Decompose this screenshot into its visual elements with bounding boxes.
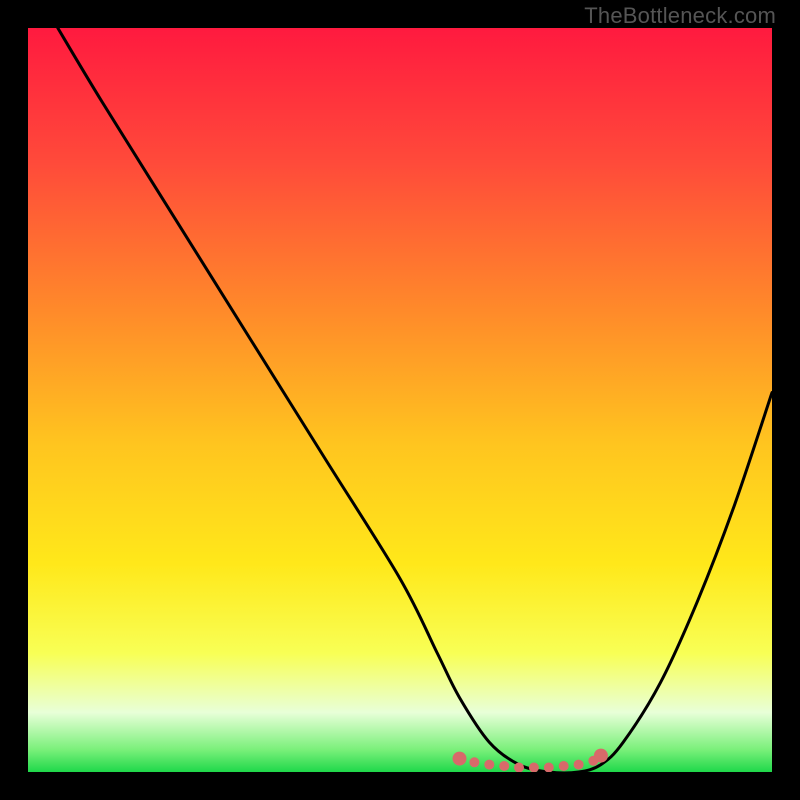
chart-container: TheBottleneck.com [0, 0, 800, 800]
highlight-dot [529, 763, 539, 773]
watermark-text: TheBottleneck.com [584, 3, 776, 29]
highlight-dot [544, 763, 554, 773]
highlight-dot [594, 749, 608, 763]
highlight-dot [574, 760, 584, 770]
highlight-dot [499, 761, 509, 771]
highlight-dot [453, 752, 467, 766]
bottleneck-curve-path [58, 28, 772, 772]
highlight-dots-group [453, 749, 608, 772]
plot-area [28, 28, 772, 772]
highlight-dot [559, 761, 569, 771]
highlight-dot [484, 760, 494, 770]
highlight-dot [469, 757, 479, 767]
curve-layer [28, 28, 772, 772]
